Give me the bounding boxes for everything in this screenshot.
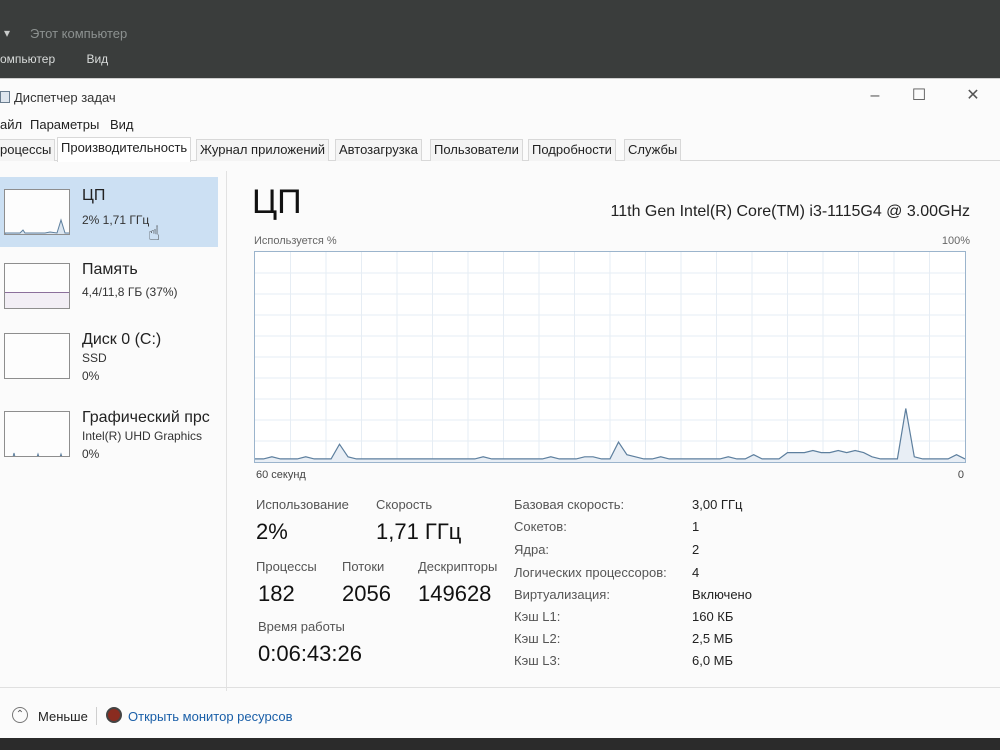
graph-x-end: 0 (957, 469, 964, 481)
explorer-background: ▾ Этот компьютер омпьютер Вид (0, 0, 1000, 80)
dropdown-icon: ▾ (4, 26, 11, 40)
cpu-usage-graph (254, 251, 966, 463)
tab-app-history[interactable]: Журнал приложений (196, 139, 330, 161)
detail-label: Сокетов: (514, 519, 567, 534)
tab-startup[interactable]: Автозагрузка (335, 139, 422, 161)
menu-options[interactable]: Параметры (30, 117, 99, 132)
resource-name: Диск 0 (C:) (82, 331, 162, 348)
detail-label: Базовая скорость: (514, 497, 625, 512)
processes-value: 182 (258, 581, 295, 606)
explorer-menu-item[interactable]: омпьютер (0, 52, 55, 66)
task-manager-icon (0, 91, 10, 103)
menu-file[interactable]: айл (0, 117, 22, 132)
minimize-icon[interactable]: – (860, 85, 890, 107)
title-bar: Диспетчер задач – ☐ ✕ (0, 79, 1000, 115)
gpu-thumbnail-graph (4, 411, 70, 457)
cpu-thumbnail-graph (4, 189, 70, 235)
tab-details[interactable]: Подробности (528, 139, 616, 161)
open-resource-monitor-link[interactable]: Открыть монитор ресурсов (128, 709, 292, 724)
detail-value: 2,5 МБ (692, 631, 734, 646)
resource-item-cpu[interactable]: ЦП 2% 1,71 ГГц (0, 177, 218, 247)
detail-label: Ядра: (514, 542, 550, 557)
detail-value: 6,0 МБ (692, 653, 734, 668)
explorer-menu-item[interactable]: Вид (86, 52, 108, 66)
resource-item-gpu[interactable]: Графический прс Intel(R) UHD Graphics 0% (0, 399, 218, 469)
detail-label: Кэш L3: (514, 653, 561, 668)
detail-value: 4 (692, 565, 700, 580)
threads-label: Потоки (342, 559, 385, 574)
tab-users[interactable]: Пользователи (430, 139, 523, 161)
detail-value: 2 (692, 542, 700, 557)
disk-thumbnail-graph (4, 333, 70, 379)
tab-performance[interactable]: Производительность (57, 137, 192, 162)
fewer-details-button[interactable]: Меньше (38, 709, 88, 724)
hand-cursor-icon: ☝ (148, 223, 161, 245)
usage-label: Использование (256, 497, 349, 512)
speed-label: Скорость (376, 497, 433, 512)
graph-y-label: Используется % (254, 235, 337, 247)
footer-separator (96, 707, 97, 725)
resource-usage: 0% (82, 447, 100, 461)
usage-value: 2% (256, 519, 288, 544)
threads-value: 2056 (342, 581, 391, 606)
tab-bar: роцессы Производительность Журнал прилож… (0, 137, 1000, 162)
resource-name: Память (82, 261, 138, 278)
uptime-label: Время работы (258, 619, 345, 634)
handles-value: 149628 (418, 581, 492, 606)
resource-item-disk[interactable]: Диск 0 (C:) SSD 0% (0, 321, 218, 391)
detail-value: 3,00 ГГц (692, 497, 743, 512)
graph-x-start: 60 секунд (256, 469, 306, 481)
resource-usage: 4,4/11,8 ГБ (37%) (82, 285, 178, 299)
explorer-menu: омпьютер Вид (0, 52, 136, 66)
resource-monitor-icon[interactable] (106, 707, 122, 723)
cpu-model: 11th Gen Intel(R) Core(TM) i3-1115G4 @ 3… (610, 203, 970, 220)
explorer-title: Этот компьютер (30, 26, 128, 41)
detail-label: Кэш L1: (514, 609, 561, 624)
resource-type: Intel(R) UHD Graphics (82, 429, 203, 443)
speed-value: 1,71 ГГц (376, 519, 462, 544)
resource-name: Графический прс (82, 409, 210, 426)
detail-value: 160 КБ (692, 609, 734, 624)
resource-usage: 2% 1,71 ГГц (82, 213, 150, 227)
resource-usage: 0% (82, 369, 100, 383)
task-manager-window: Диспетчер задач – ☐ ✕ айл Параметры Вид … (0, 78, 1000, 738)
detail-value: Включено (692, 587, 752, 602)
graph-y-max: 100% (941, 235, 970, 247)
uptime-value: 0:06:43:26 (258, 641, 362, 666)
detail-label: Логических процессоров: (514, 565, 667, 580)
close-icon[interactable]: ✕ (958, 85, 988, 107)
detail-label: Виртуализация: (514, 587, 610, 602)
resource-type: SSD (82, 351, 107, 365)
tab-processes[interactable]: роцессы (0, 139, 56, 161)
resource-name: ЦП (82, 187, 106, 204)
resource-list: ЦП 2% 1,71 ГГц Память 4,4/11,8 ГБ (37%) … (0, 175, 222, 675)
resource-item-memory[interactable]: Память 4,4/11,8 ГБ (37%) (0, 251, 218, 321)
detail-value: 1 (692, 519, 700, 534)
tab-services[interactable]: Службы (624, 139, 682, 161)
chevron-up-icon[interactable]: ⌃ (12, 707, 28, 723)
footer-divider (0, 687, 1000, 688)
memory-thumbnail-graph (4, 263, 70, 309)
maximize-icon[interactable]: ☐ (904, 85, 934, 107)
cpu-heading: ЦП (252, 183, 302, 221)
processes-label: Процессы (256, 559, 317, 574)
window-title: Диспетчер задач (14, 90, 116, 105)
pane-divider (226, 171, 227, 691)
handles-label: Дескрипторы (418, 559, 498, 574)
menu-view[interactable]: Вид (110, 117, 134, 132)
detail-label: Кэш L2: (514, 631, 561, 646)
cpu-usage-plot (255, 252, 966, 462)
